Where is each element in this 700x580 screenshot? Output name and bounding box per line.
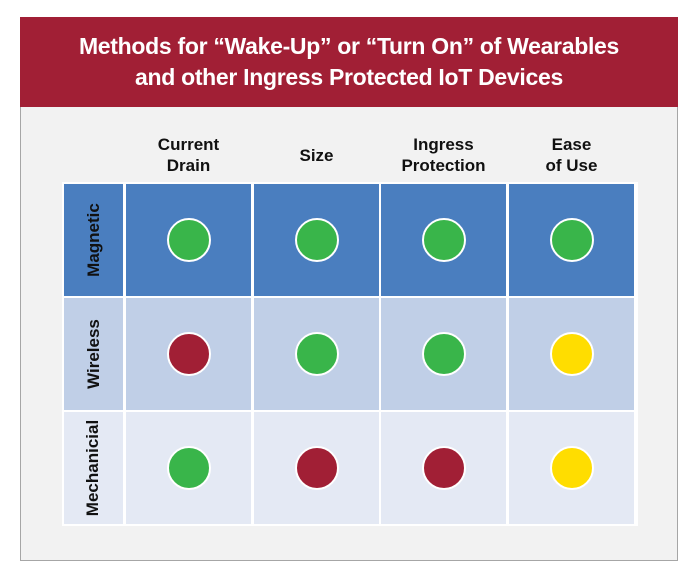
column-header-text: Ingress: [413, 135, 474, 154]
rating-red-circle-icon: [421, 446, 466, 490]
rating-green-circle-icon: [166, 218, 211, 262]
row-label: Wireless: [64, 298, 123, 410]
row-label: Mechanicial: [64, 412, 123, 524]
column-header: Size: [254, 130, 379, 180]
rating-green-circle-icon: [421, 218, 466, 262]
title-line-1: Methods for “Wake-Up” or “Turn On” of We…: [78, 33, 620, 59]
rating-cell: [254, 298, 379, 410]
rating-cell: [509, 298, 634, 410]
diagram-title: Methods for “Wake-Up” or “Turn On” of We…: [20, 17, 678, 107]
rating-green-circle-icon: [549, 218, 594, 262]
rating-green-circle-icon: [421, 332, 466, 376]
column-header: Ingress Protection: [381, 130, 506, 180]
rating-cell: [254, 184, 379, 296]
column-header-text: Ease: [551, 135, 592, 154]
rating-green-circle-icon: [294, 332, 339, 376]
row-label: Magnetic: [64, 184, 123, 296]
title-line-2: and other Ingress Protected IoT Devices: [134, 64, 563, 90]
rating-cell: [381, 412, 506, 524]
rating-cell: [126, 184, 251, 296]
row-label-text: Magnetic: [83, 203, 103, 277]
rating-cell: [381, 298, 506, 410]
rating-cell: [126, 298, 251, 410]
rating-cell: [254, 412, 379, 524]
rating-cell: [381, 184, 506, 296]
comparison-grid: Magnetic Wireless Mechanicial: [62, 182, 638, 526]
column-header-text: of Use: [545, 156, 598, 175]
column-header-text: Size: [299, 145, 334, 165]
rating-red-circle-icon: [166, 332, 211, 376]
column-header: Current Drain: [126, 130, 251, 180]
column-header: Ease of Use: [509, 130, 634, 180]
rating-green-circle-icon: [166, 446, 211, 490]
column-header-text: Current: [157, 135, 220, 154]
column-header-text: Protection: [401, 156, 486, 175]
row-label-text: Wireless: [83, 319, 103, 389]
rating-green-circle-icon: [294, 218, 339, 262]
column-header-text: Drain: [166, 156, 211, 175]
rating-cell: [126, 412, 251, 524]
rating-red-circle-icon: [294, 446, 339, 490]
rating-cell: [509, 412, 634, 524]
rating-yellow-circle-icon: [549, 446, 594, 490]
rating-cell: [509, 184, 634, 296]
rating-yellow-circle-icon: [549, 332, 594, 376]
row-label-text: Mechanicial: [83, 419, 103, 517]
